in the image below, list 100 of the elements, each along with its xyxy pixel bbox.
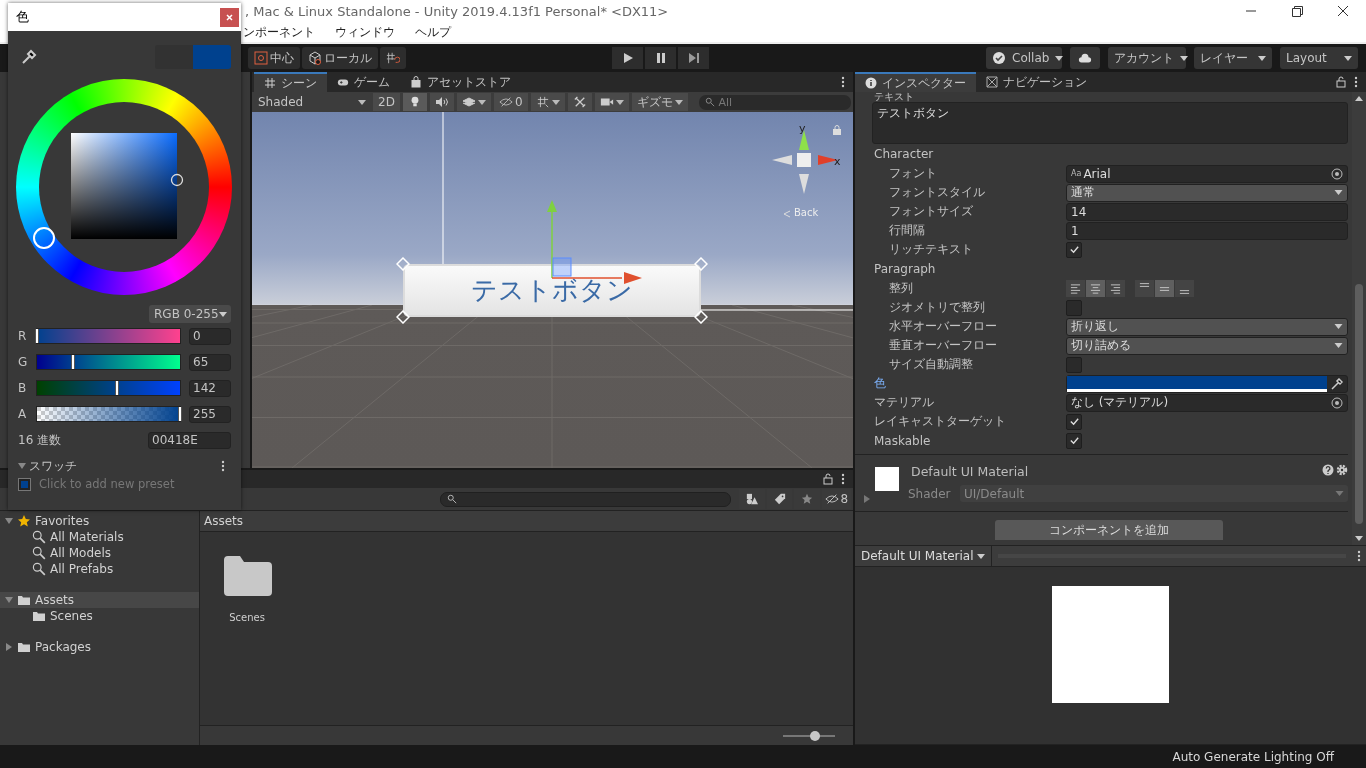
toolbar-button[interactable]: ローカル xyxy=(302,47,378,69)
scroll-down-icon[interactable] xyxy=(1355,536,1363,541)
checkbox[interactable] xyxy=(1066,299,1082,316)
fold-arrow-icon[interactable] xyxy=(5,596,13,604)
dropdown[interactable]: 通常 xyxy=(1066,183,1348,202)
alignment-button[interactable] xyxy=(1135,280,1154,297)
channel-slider[interactable] xyxy=(36,354,181,370)
tree-item[interactable]: All Materials xyxy=(0,529,199,545)
channel-slider[interactable] xyxy=(36,328,181,344)
step-button[interactable] xyxy=(678,47,709,69)
panel-tab[interactable]: ゲーム xyxy=(327,72,400,92)
slider-thumb[interactable] xyxy=(35,329,39,343)
color-mode-dropdown[interactable]: RGB 0-255 xyxy=(149,305,231,323)
layers-dropdown[interactable]: レイヤー xyxy=(1194,47,1272,69)
toolbar-button[interactable]: 中心 xyxy=(248,47,300,69)
tree-item[interactable]: Favorites xyxy=(0,513,199,529)
camera-dropdown[interactable] xyxy=(594,93,629,111)
scrollbar-thumb[interactable] xyxy=(1355,284,1363,524)
panel-tab[interactable]: シーン xyxy=(254,72,327,92)
breadcrumb[interactable]: Assets xyxy=(204,514,244,528)
menu-item[interactable]: ンポーネント xyxy=(243,23,315,41)
scrollbar[interactable] xyxy=(1352,92,1366,545)
tree-item[interactable]: All Models xyxy=(0,545,199,561)
checkbox[interactable] xyxy=(1066,432,1082,449)
checkbox[interactable] xyxy=(1066,241,1082,258)
panel-tab[interactable]: インスペクター xyxy=(855,72,976,92)
tree-item[interactable]: Packages xyxy=(0,639,199,655)
tree-item[interactable]: All Prefabs xyxy=(0,561,199,577)
input-field[interactable]: 255 xyxy=(189,405,231,423)
gizmos-dropdown[interactable]: ギズモ xyxy=(631,93,688,111)
dropdown[interactable]: 折り返し xyxy=(1066,317,1348,336)
lock-icon[interactable] xyxy=(823,473,833,485)
eyedropper-icon[interactable] xyxy=(21,49,37,65)
preset-swatch[interactable] xyxy=(18,477,31,491)
slider-thumb[interactable] xyxy=(178,407,182,421)
collab-dropdown[interactable]: Collab xyxy=(986,47,1062,69)
input-field[interactable]: 0 xyxy=(189,327,231,345)
search-field[interactable] xyxy=(440,491,732,507)
menu-item[interactable]: ヘルプ xyxy=(415,23,451,41)
fold-arrow-icon[interactable] xyxy=(5,643,13,651)
input-field[interactable]: 1 xyxy=(1066,221,1348,240)
tree-item[interactable]: Assets xyxy=(0,592,199,608)
play-button[interactable] xyxy=(612,47,643,69)
input-field[interactable]: 65 xyxy=(189,353,231,371)
close-button[interactable] xyxy=(220,7,239,27)
panel-tab[interactable]: アセットストア xyxy=(400,72,521,92)
checkbox[interactable] xyxy=(1066,413,1082,430)
account-dropdown[interactable]: アカウント xyxy=(1108,47,1186,69)
channel-slider[interactable] xyxy=(36,406,181,422)
effects-dropdown[interactable] xyxy=(456,93,491,111)
2d-toggle[interactable]: 2D xyxy=(373,93,400,111)
add-component-button[interactable]: コンポーネントを追加 xyxy=(994,520,1223,540)
tree-item[interactable]: Scenes xyxy=(0,608,199,624)
slider-thumb[interactable] xyxy=(114,381,119,395)
color-field[interactable] xyxy=(1066,374,1348,393)
menu-item[interactable]: ウィンドウ xyxy=(335,23,395,41)
alignment-button[interactable] xyxy=(1086,280,1105,297)
checkbox[interactable] xyxy=(1066,356,1082,373)
fold-arrow-icon[interactable] xyxy=(863,495,871,503)
lock-icon[interactable] xyxy=(832,125,842,135)
alignment-button[interactable] xyxy=(1155,280,1174,297)
slider-thumb[interactable] xyxy=(810,730,821,741)
color-swatch[interactable] xyxy=(1067,375,1327,392)
hidden-objects-toggle[interactable]: 0 xyxy=(493,93,528,111)
rect-handle-icon[interactable] xyxy=(694,257,708,271)
object-field[interactable]: なし (マテリアル) xyxy=(1066,393,1348,412)
asset-label[interactable]: Scenes xyxy=(229,612,265,623)
lighting-toggle[interactable] xyxy=(402,93,427,111)
rect-handle-icon[interactable] xyxy=(396,257,410,271)
saturation-value-square[interactable] xyxy=(71,133,177,239)
alignment-button[interactable] xyxy=(1175,280,1194,297)
alignment-button[interactable] xyxy=(1066,280,1085,297)
lock-icon[interactable] xyxy=(1336,76,1346,88)
rect-handle-icon[interactable] xyxy=(694,310,708,324)
grid-dropdown[interactable] xyxy=(530,93,565,111)
folder-icon[interactable] xyxy=(222,554,272,596)
text-area[interactable]: テストボタン xyxy=(872,102,1348,144)
help-icon[interactable] xyxy=(1322,464,1334,476)
input-field[interactable]: 142 xyxy=(189,379,231,397)
more-icon[interactable] xyxy=(841,473,845,485)
dropdown[interactable]: 切り詰める xyxy=(1066,336,1348,355)
rect-handle-icon[interactable] xyxy=(396,310,410,324)
input-field[interactable]: 14 xyxy=(1066,202,1348,221)
audio-toggle[interactable] xyxy=(429,93,454,111)
color-handle[interactable] xyxy=(170,173,184,187)
target-icon[interactable] xyxy=(1331,396,1343,409)
pause-button[interactable] xyxy=(645,47,676,69)
slider-thumb[interactable] xyxy=(71,355,76,369)
settings-icon[interactable] xyxy=(1336,464,1348,476)
more-icon[interactable] xyxy=(1354,76,1358,88)
more-icon[interactable] xyxy=(841,76,845,88)
fold-arrow-icon[interactable] xyxy=(18,462,26,470)
layout-dropdown[interactable]: Layout xyxy=(1280,47,1358,69)
target-icon[interactable] xyxy=(1331,167,1343,180)
channel-slider[interactable] xyxy=(36,380,181,396)
hue-handle[interactable] xyxy=(32,226,56,250)
panel-tab[interactable]: ナビゲーション xyxy=(976,72,1097,92)
scroll-up-icon[interactable] xyxy=(1355,96,1363,101)
fold-arrow-icon[interactable] xyxy=(5,517,13,525)
tools-button[interactable] xyxy=(567,93,592,111)
